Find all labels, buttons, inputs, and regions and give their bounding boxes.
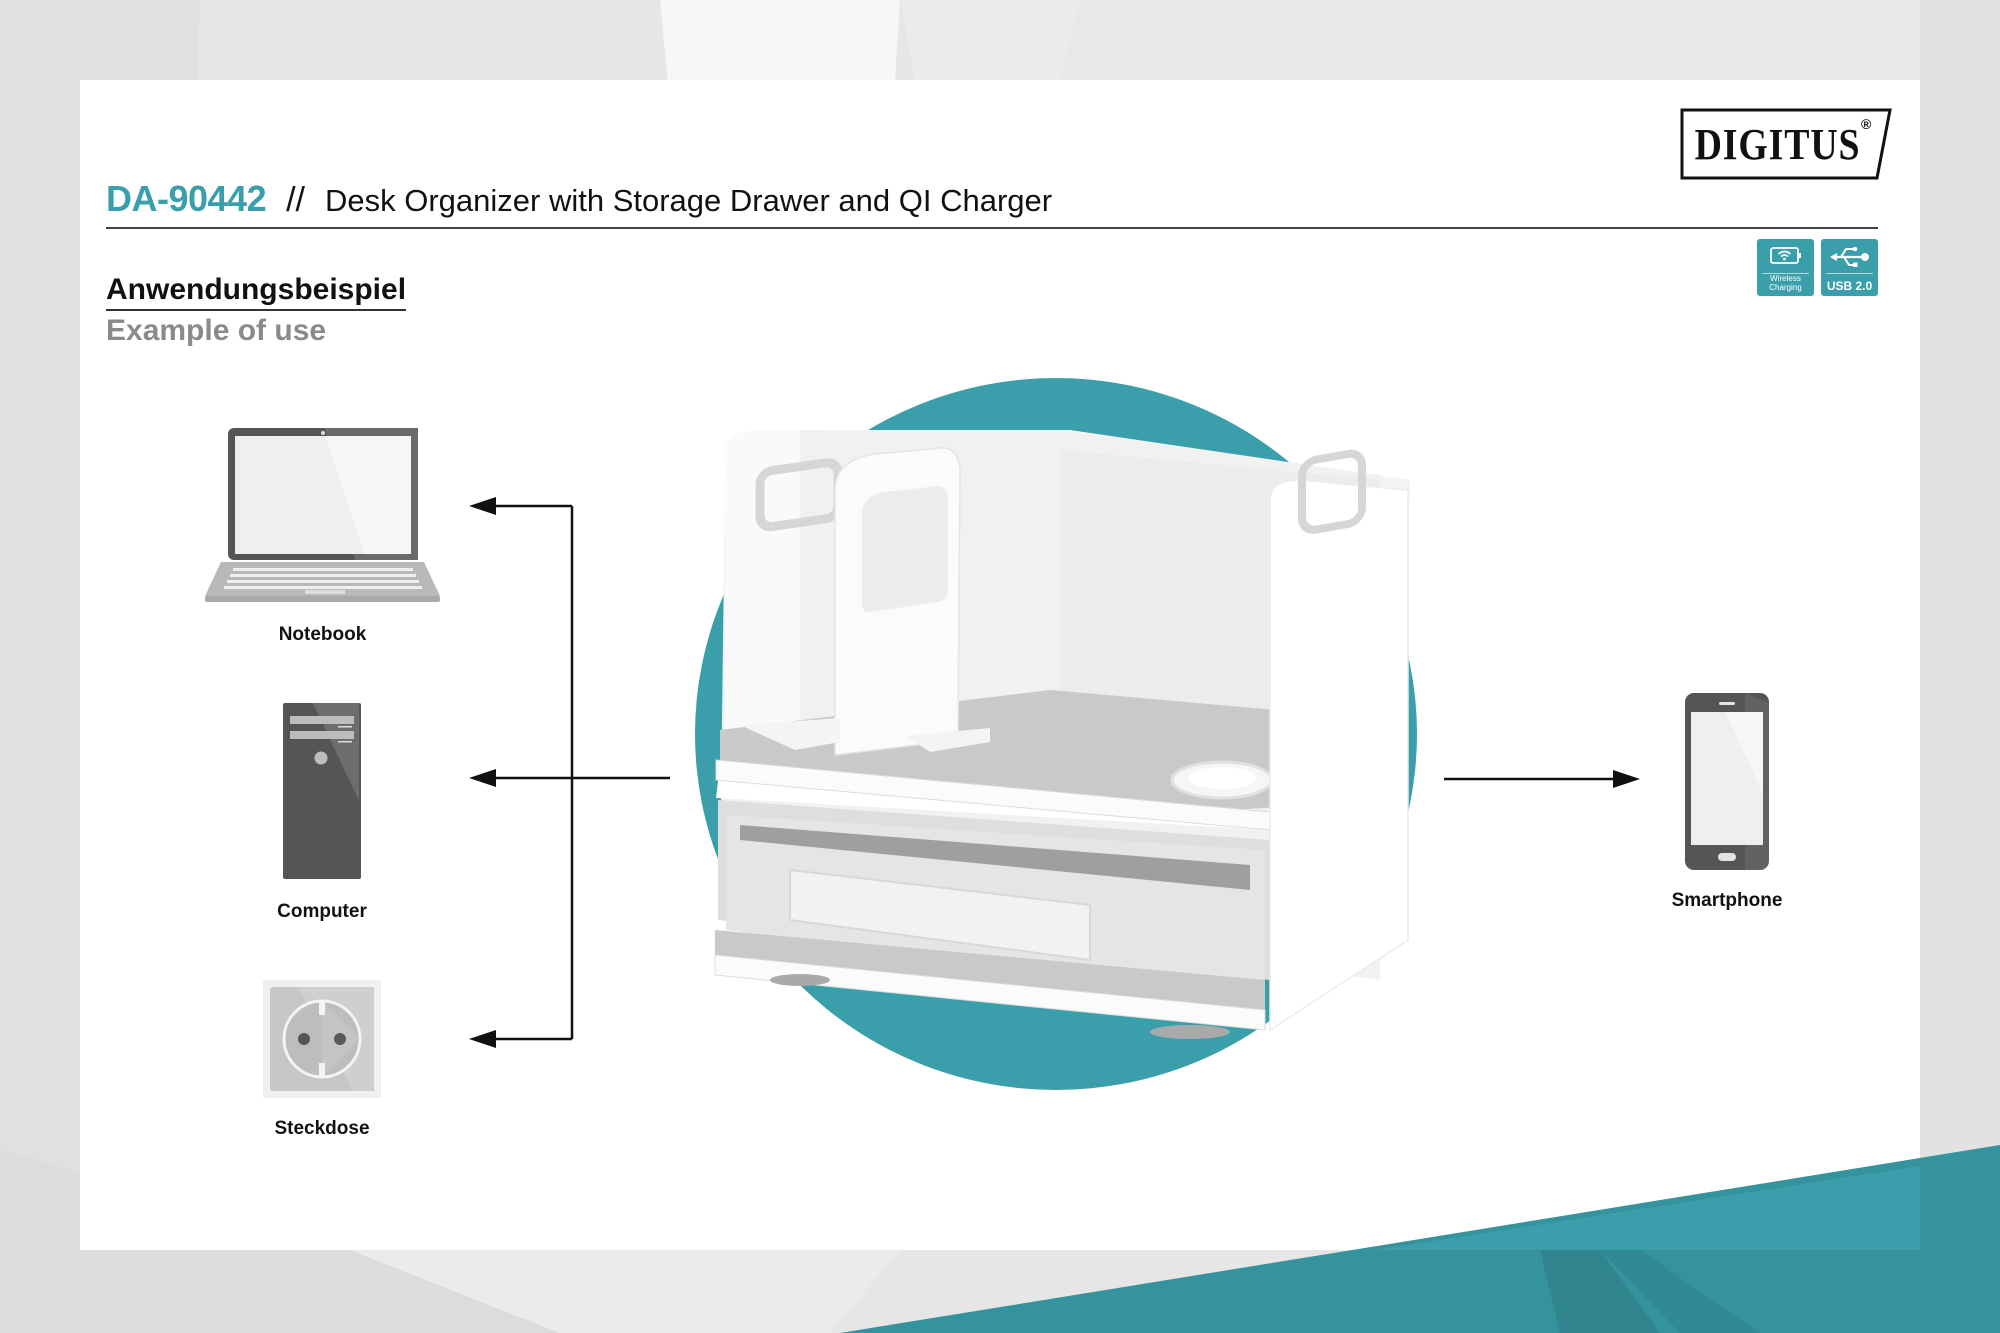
device-smartphone: Smartphone [1667,693,1787,912]
usb-icon [1829,246,1869,267]
power-socket-icon [263,980,381,1098]
section-heading: Anwendungsbeispiel [106,273,407,311]
badge-divider [1826,273,1873,274]
feature-badges: Wireless Charging USB 2.0 [1757,239,1878,296]
section-subheading: Example of use [106,314,327,347]
title-separator: // [286,181,305,219]
badge-label: Wireless Charging [1769,274,1801,292]
laptop-icon [205,428,440,602]
device-label: Steckdose [274,1118,370,1139]
device-computer: Computer [262,703,382,923]
device-label: Notebook [278,624,367,645]
product-name: Desk Organizer with Storage Drawer and Q… [325,183,1053,218]
badge-divider [1762,273,1809,274]
device-label: Smartphone [1671,890,1783,911]
wireless-charging-icon [1769,247,1801,264]
badge-label-line1: Wireless [1770,274,1801,283]
registered-mark: ® [1861,116,1872,132]
desktop-tower-icon [283,703,361,879]
logo-text: DIGITUS [1694,119,1861,169]
device-socket: Steckdose [262,980,382,1140]
device-label: Computer [277,901,367,922]
smartphone-icon [1685,693,1769,870]
badge-usb: USB 2.0 [1821,239,1878,296]
title-divider [106,227,1878,229]
device-notebook: Notebook [205,428,440,646]
page-title: DA-90442 // Desk Organizer with Storage … [106,178,1052,228]
desk-organizer-product-image [714,430,1410,1039]
badge-wireless-charging: Wireless Charging [1757,239,1814,296]
badge-label: USB 2.0 [1826,279,1873,293]
badge-label-line2: Charging [1769,283,1802,292]
product-code: DA-90442 [106,178,267,219]
digitus-logo: DIGITUS ® [1680,108,1892,180]
